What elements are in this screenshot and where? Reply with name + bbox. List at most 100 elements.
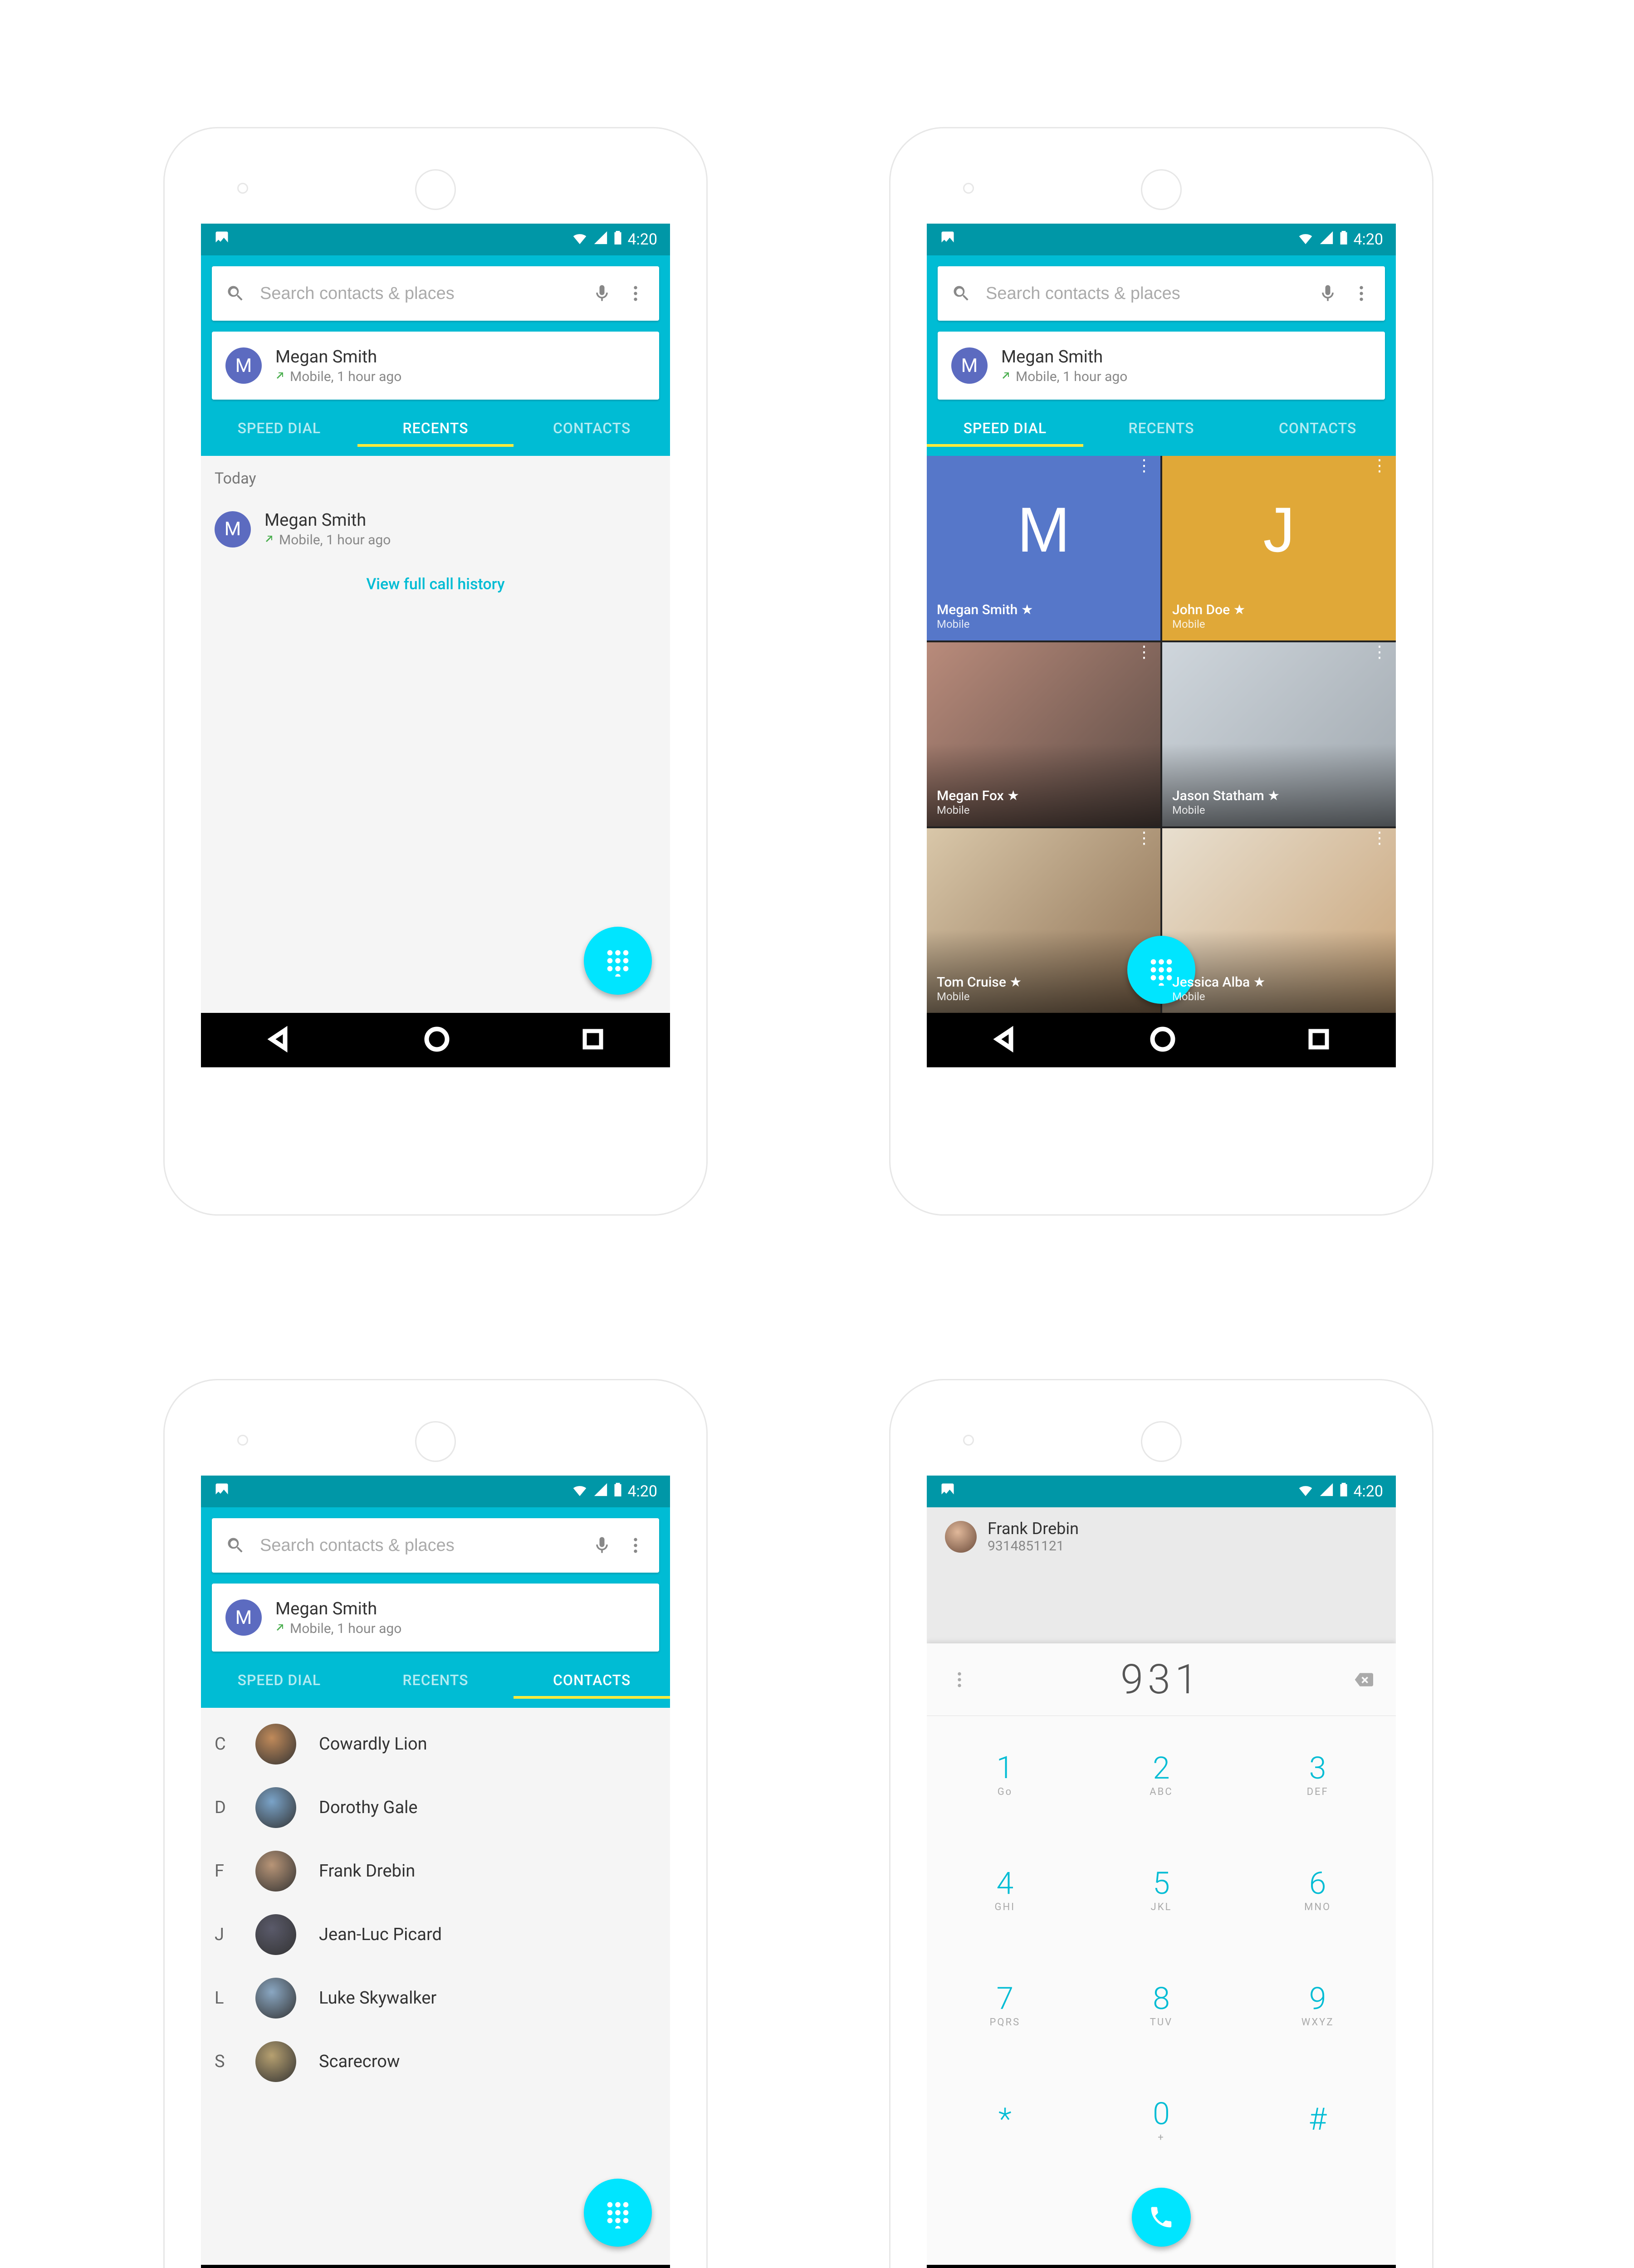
search-bar[interactable] [938, 266, 1385, 321]
key-number: 1 [996, 1750, 1013, 1786]
tab-contacts[interactable]: CONTACTS [1239, 420, 1396, 437]
speed-dial-tile[interactable]: ⋮Tom Cruise ★Mobile [927, 828, 1160, 1013]
battery-icon [1339, 230, 1349, 250]
keypad-key-6[interactable]: 6MNO [1239, 1831, 1396, 1946]
tab-speed-dial[interactable]: SPEED DIAL [927, 420, 1083, 437]
tile-overflow-icon[interactable]: ⋮ [1136, 648, 1152, 656]
view-full-history-link[interactable]: View full call history [201, 557, 670, 611]
mic-icon[interactable] [592, 1535, 612, 1555]
status-time: 4:20 [627, 230, 657, 249]
contact-row[interactable]: DDorothy Gale [201, 1776, 670, 1839]
keypad-key-0[interactable]: 0+ [1083, 2062, 1240, 2177]
phone-contacts: 4:20 M Megan Smith Mobile, 1 hour ago [163, 1379, 708, 2268]
keypad-key-5[interactable]: 5JKL [1083, 1831, 1240, 1946]
tab-contacts[interactable]: CONTACTS [514, 420, 670, 437]
search-bar[interactable] [212, 1518, 659, 1573]
overflow-icon[interactable] [626, 1535, 646, 1555]
keypad-key-3[interactable]: 3DEF [1239, 1716, 1396, 1831]
keypad-key-7[interactable]: 7PQRS [927, 1946, 1083, 2062]
keypad-key-8[interactable]: 8TUV [1083, 1946, 1240, 2062]
tile-overflow-icon[interactable]: ⋮ [1371, 834, 1388, 842]
key-number: 5 [1153, 1865, 1170, 1901]
tab-speed-dial[interactable]: SPEED DIAL [201, 1672, 357, 1689]
recent-item[interactable]: M Megan Smith Mobile, 1 hour ago [201, 501, 670, 557]
dialpad-fab[interactable] [584, 927, 652, 995]
search-input[interactable] [985, 284, 1304, 304]
tile-type: Mobile [937, 618, 1150, 631]
mic-icon[interactable] [1318, 284, 1338, 303]
tile-overflow-icon[interactable]: ⋮ [1371, 461, 1388, 469]
nav-recent[interactable] [581, 1027, 605, 1053]
tab-recents[interactable]: RECENTS [357, 1672, 514, 1689]
speed-dial-tile[interactable]: ⋮Jason Statham ★Mobile [1162, 642, 1396, 827]
recent-call-card[interactable]: M Megan Smith Mobile, 1 hour ago [212, 1584, 659, 1652]
avatar: M [215, 511, 251, 547]
keypad-key-1[interactable]: 1Gᴏ [927, 1716, 1083, 1831]
contact-row[interactable]: LLuke Skywalker [201, 1966, 670, 2030]
nav-bar [927, 1013, 1396, 1067]
key-letters: Gᴏ [998, 1786, 1013, 1798]
key-letters: + [1158, 2132, 1164, 2143]
tab-bar: SPEED DIAL RECENTS CONTACTS [927, 411, 1396, 456]
keypad-key-2[interactable]: 2ABC [1083, 1716, 1240, 1831]
contact-row[interactable]: FFrank Drebin [201, 1839, 670, 1903]
avatar: M [225, 1599, 262, 1636]
backspace-icon[interactable] [1353, 1670, 1373, 1690]
keypad-key-#[interactable]: # [1239, 2062, 1396, 2177]
keypad-key-*[interactable]: * [927, 2062, 1083, 2177]
recent-card-name: Megan Smith [275, 347, 401, 367]
call-button[interactable] [1132, 2188, 1191, 2247]
contact-row[interactable]: JJean-Luc Picard [201, 1903, 670, 1966]
tile-name: Megan Fox ★ [937, 788, 1150, 804]
keypad-key-4[interactable]: 4GHI [927, 1831, 1083, 1946]
signal-icon [1319, 230, 1334, 249]
signal-icon [1319, 1482, 1334, 1501]
nav-back[interactable] [266, 1026, 293, 1055]
keypad-key-9[interactable]: 9WXYZ [1239, 1946, 1396, 2062]
tab-recents[interactable]: RECENTS [357, 420, 514, 437]
speed-dial-tile[interactable]: J⋮John Doe ★Mobile [1162, 456, 1396, 640]
outgoing-icon [264, 532, 275, 548]
recent-card-sub: Mobile, 1 hour ago [275, 369, 401, 385]
tile-overflow-icon[interactable]: ⋮ [1371, 648, 1388, 656]
search-input[interactable] [259, 284, 578, 304]
nav-recent[interactable] [1306, 1027, 1331, 1053]
key-letters: JKL [1151, 1901, 1172, 1913]
contact-row[interactable]: SScarecrow [201, 2030, 670, 2093]
nav-home[interactable] [1149, 1026, 1176, 1055]
dialpad-fab[interactable] [584, 2179, 652, 2247]
mic-icon[interactable] [592, 284, 612, 303]
speed-dial-tile[interactable]: ⋮Jessica Alba ★Mobile [1162, 828, 1396, 1013]
screen: 4:20 M Megan Smith Mobile, 1 hour ago [927, 224, 1396, 1067]
nav-home[interactable] [423, 1026, 450, 1055]
contact-name: Frank Drebin [319, 1861, 415, 1881]
contact-row[interactable]: CCowardly Lion [201, 1712, 670, 1776]
avatar [255, 1914, 296, 1955]
tab-contacts[interactable]: CONTACTS [514, 1672, 670, 1689]
status-time: 4:20 [1353, 230, 1383, 249]
speed-dial-tile[interactable]: ⋮Megan Fox ★Mobile [927, 642, 1160, 827]
tile-overflow-icon[interactable]: ⋮ [1136, 461, 1152, 469]
tab-speed-dial[interactable]: SPEED DIAL [201, 420, 357, 437]
tile-name: Tom Cruise ★ [937, 974, 1150, 990]
key-number: 3 [1309, 1750, 1326, 1786]
overflow-icon[interactable] [1351, 284, 1371, 303]
picture-icon [214, 230, 230, 250]
key-letters: MNO [1304, 1901, 1331, 1913]
contact-name: Dorothy Gale [319, 1798, 418, 1818]
key-number: 8 [1153, 1980, 1170, 2017]
search-icon [225, 284, 245, 303]
nav-back[interactable] [992, 1026, 1019, 1055]
search-input[interactable] [259, 1535, 578, 1556]
recent-call-card[interactable]: M Megan Smith Mobile, 1 hour ago [938, 332, 1385, 400]
overflow-icon[interactable] [949, 1670, 969, 1690]
key-number: 9 [1309, 1980, 1326, 2017]
suggested-contact[interactable]: Frank Drebin 9314851121 [927, 1507, 1396, 1643]
search-bar[interactable] [212, 266, 659, 321]
recent-call-card[interactable]: M Megan Smith Mobile, 1 hour ago [212, 332, 659, 400]
speed-dial-tile[interactable]: M⋮Megan Smith ★Mobile [927, 456, 1160, 640]
overflow-icon[interactable] [626, 284, 646, 303]
tab-recents[interactable]: RECENTS [1083, 420, 1240, 437]
outgoing-icon [275, 369, 286, 385]
tile-overflow-icon[interactable]: ⋮ [1136, 834, 1152, 842]
